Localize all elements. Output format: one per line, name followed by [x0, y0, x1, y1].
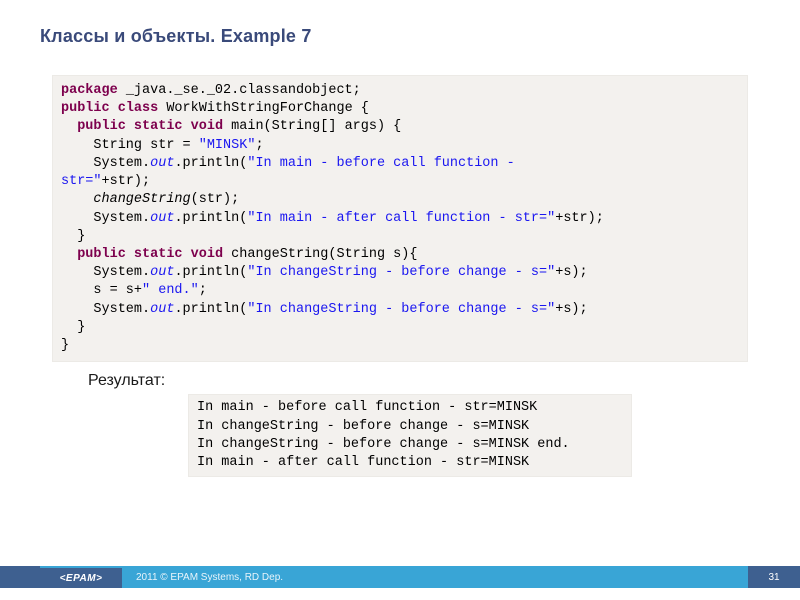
kw-void: void [191, 119, 223, 134]
method-call: changeString [93, 192, 190, 207]
result-line: In changeString - before change - s=MINS… [197, 419, 529, 434]
kw-public: public [77, 119, 126, 134]
code-text: } [61, 338, 69, 353]
out-ref: out [150, 302, 174, 317]
code-text: changeString(String s){ [223, 247, 417, 262]
code-text: .println( [174, 156, 247, 171]
footer-copyright: 2011 © EPAM Systems, RD Dep. [122, 566, 748, 588]
code-text: .println( [174, 265, 247, 280]
epam-logo: EPAM [60, 573, 103, 584]
top-accent [0, 0, 800, 4]
string-literal: "MINSK" [199, 138, 256, 153]
code-text: .println( [174, 302, 247, 317]
code-text: } [61, 320, 85, 335]
kw-public: public [61, 101, 110, 116]
code-text [61, 192, 93, 207]
code-text [61, 119, 77, 134]
string-literal: "In changeString - before change - s=" [247, 302, 555, 317]
code-text: s = s+ [61, 283, 142, 298]
kw-package: package [61, 83, 118, 98]
code-text: String str = [61, 138, 199, 153]
kw-void: void [191, 247, 223, 262]
code-text [61, 247, 77, 262]
code-block: package _java._se._02.classandobject; pu… [52, 75, 748, 362]
result-line: In main - before call function - str=MIN… [197, 400, 537, 415]
result-line: In main - after call function - str=MINS… [197, 455, 529, 470]
page-number: 31 [748, 566, 800, 588]
kw-static: static [134, 247, 183, 262]
string-literal: "In main - before call function - [247, 156, 522, 171]
string-literal: " end." [142, 283, 199, 298]
kw-class: class [118, 101, 159, 116]
footer: EPAM 2011 © EPAM Systems, RD Dep. 31 [0, 566, 800, 588]
string-literal: "In main - after call function - str=" [247, 211, 555, 226]
code-text: main(String[] args) { [223, 119, 401, 134]
string-literal: "In changeString - before change - s=" [247, 265, 555, 280]
code-text: .println( [174, 211, 247, 226]
result-label: Результат: [88, 372, 760, 390]
slide: Классы и объекты. Example 7 package _jav… [0, 0, 800, 600]
code-text: ; [255, 138, 263, 153]
out-ref: out [150, 211, 174, 226]
code-text: System. [61, 265, 150, 280]
result-block: In main - before call function - str=MIN… [188, 394, 632, 477]
code-text: WorkWithStringForChange { [158, 101, 369, 116]
code-text: _java._se._02.classandobject; [118, 83, 361, 98]
code-text: (str); [191, 192, 240, 207]
code-text: ; [199, 283, 207, 298]
code-text: System. [61, 302, 150, 317]
code-text: +str); [102, 174, 151, 189]
code-text: +s); [555, 265, 587, 280]
code-text: System. [61, 211, 150, 226]
kw-public: public [77, 247, 126, 262]
code-text: System. [61, 156, 150, 171]
slide-title: Классы и объекты. Example 7 [40, 26, 760, 47]
code-text: +str); [555, 211, 604, 226]
out-ref: out [150, 265, 174, 280]
kw-static: static [134, 119, 183, 134]
code-text: +s); [555, 302, 587, 317]
result-line: In changeString - before change - s=MINS… [197, 437, 570, 452]
string-literal: str=" [61, 174, 102, 189]
out-ref: out [150, 156, 174, 171]
footer-spacer [0, 566, 40, 588]
footer-logo-wrap: EPAM [40, 566, 122, 588]
code-text: } [61, 229, 85, 244]
